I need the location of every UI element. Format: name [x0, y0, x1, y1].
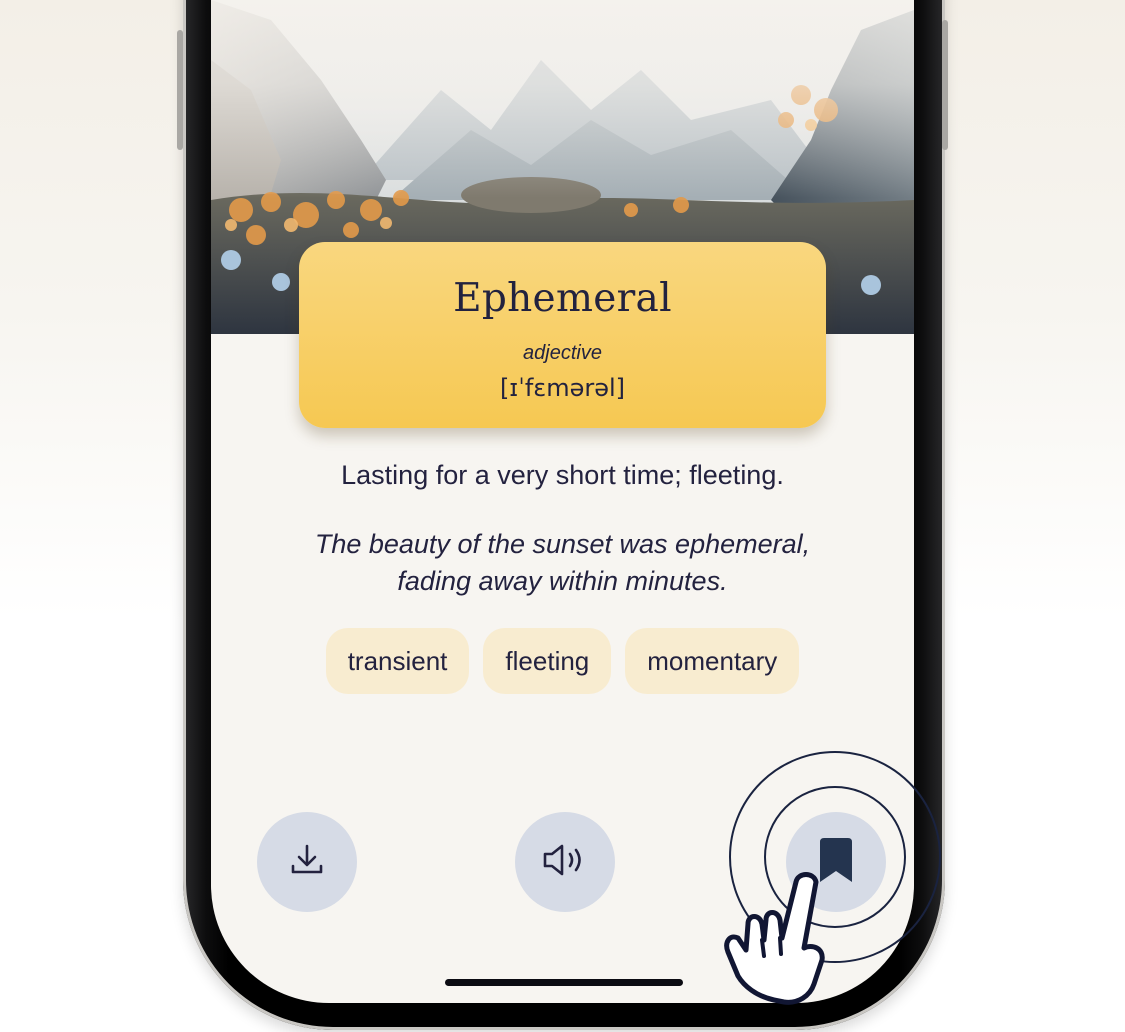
tap-hand-icon — [716, 868, 836, 1018]
synonym-chip[interactable]: fleeting — [483, 628, 612, 694]
phone-side-button-left — [177, 30, 183, 150]
speaker-icon — [539, 840, 591, 885]
phone-side-button-right — [942, 20, 948, 150]
example-line-1: The beauty of the sunset was ephemeral, — [314, 529, 811, 559]
home-indicator[interactable] — [445, 979, 683, 986]
download-button[interactable] — [257, 812, 357, 912]
example-sentence: The beauty of the sunset was ephemeral, … — [271, 526, 854, 600]
synonym-list: transient fleeting momentary — [211, 628, 914, 694]
definition-text: Lasting for a very short time; fleeting. — [341, 460, 784, 490]
part-of-speech: adjective — [523, 342, 602, 364]
synonym-chip[interactable]: momentary — [625, 628, 800, 694]
pronunciation: [ɪˈfɛmərəl] — [499, 374, 626, 402]
pronounce-button[interactable] — [515, 812, 615, 912]
download-icon — [287, 840, 327, 885]
synonym-chip[interactable]: transient — [325, 628, 470, 694]
word-title: Ephemeral — [453, 276, 672, 321]
word-card: Ephemeral adjective [ɪˈfɛmərəl] — [299, 242, 826, 428]
example-line-2: fading away within minutes. — [397, 566, 728, 596]
